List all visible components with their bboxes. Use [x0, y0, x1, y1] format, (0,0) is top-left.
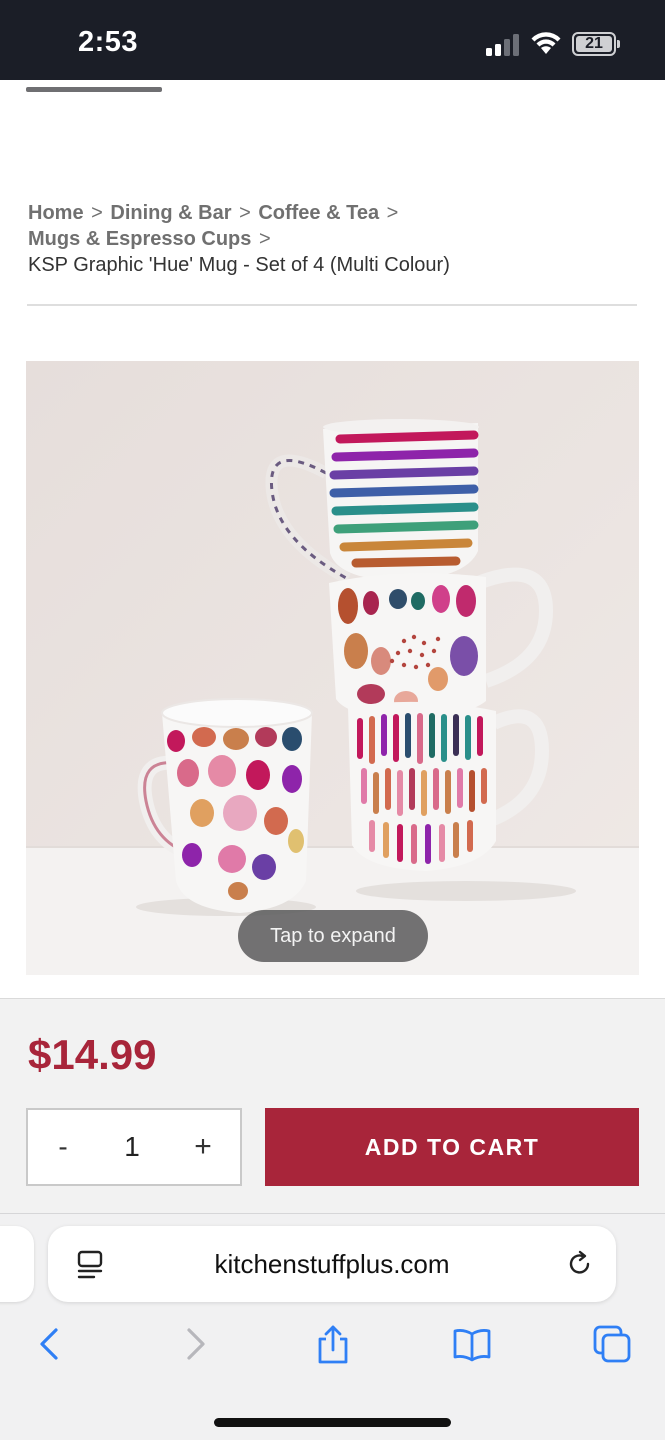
breadcrumb-home[interactable]: Home: [28, 202, 84, 224]
forward-icon[interactable]: [175, 1324, 215, 1364]
bookmarks-icon[interactable]: [452, 1324, 492, 1364]
breadcrumb-separator: >: [239, 202, 251, 224]
breadcrumb-separator: >: [386, 202, 399, 224]
breadcrumb-coffee-tea[interactable]: Coffee & Tea: [258, 202, 379, 224]
signal-icon: [486, 32, 522, 56]
breadcrumb-current-page: KSP Graphic 'Hue' Mug - Set of 4 (Multi …: [28, 254, 450, 276]
breadcrumb: Home > Dining & Bar > Coffee & Tea > Mug…: [28, 200, 638, 278]
battery-level: 21: [576, 35, 612, 52]
product-price: $14.99: [28, 1031, 157, 1078]
previous-tab-preview[interactable]: [0, 1226, 34, 1302]
breadcrumb-dining-bar[interactable]: Dining & Bar: [110, 202, 231, 224]
reload-icon[interactable]: [566, 1250, 594, 1278]
wifi-icon: [531, 32, 561, 54]
address-bar[interactable]: kitchenstuffplus.com: [48, 1226, 616, 1302]
scroll-indicator: [26, 87, 162, 92]
share-icon[interactable]: [313, 1324, 353, 1364]
add-to-cart-button[interactable]: ADD TO CART: [265, 1108, 639, 1186]
quantity-value[interactable]: 1: [116, 1110, 148, 1184]
quantity-stepper: - 1 +: [26, 1108, 242, 1186]
back-icon[interactable]: [30, 1324, 70, 1364]
status-bar: 2:53 21: [0, 0, 665, 80]
url-text: kitchenstuffplus.com: [214, 1248, 450, 1279]
home-indicator[interactable]: [214, 1418, 451, 1427]
tabs-icon[interactable]: [592, 1324, 632, 1364]
breadcrumb-separator: >: [91, 202, 103, 224]
mugs-illustration: [26, 361, 639, 975]
browser-toolbar: kitchenstuffplus.com: [0, 1213, 665, 1440]
status-time: 2:53: [78, 26, 139, 58]
breadcrumb-mugs-espresso[interactable]: Mugs & Espresso Cups: [28, 228, 251, 250]
quantity-increase-button[interactable]: +: [186, 1110, 220, 1184]
tap-to-expand-badge[interactable]: Tap to expand: [238, 910, 428, 962]
battery-icon: 21: [572, 32, 620, 56]
purchase-panel: $14.99 - 1 + ADD TO CART: [0, 998, 665, 1213]
quantity-decrease-button[interactable]: -: [48, 1110, 78, 1184]
product-image[interactable]: Tap to expand: [26, 361, 639, 975]
breadcrumb-divider: [27, 304, 637, 306]
breadcrumb-separator: >: [258, 228, 271, 250]
